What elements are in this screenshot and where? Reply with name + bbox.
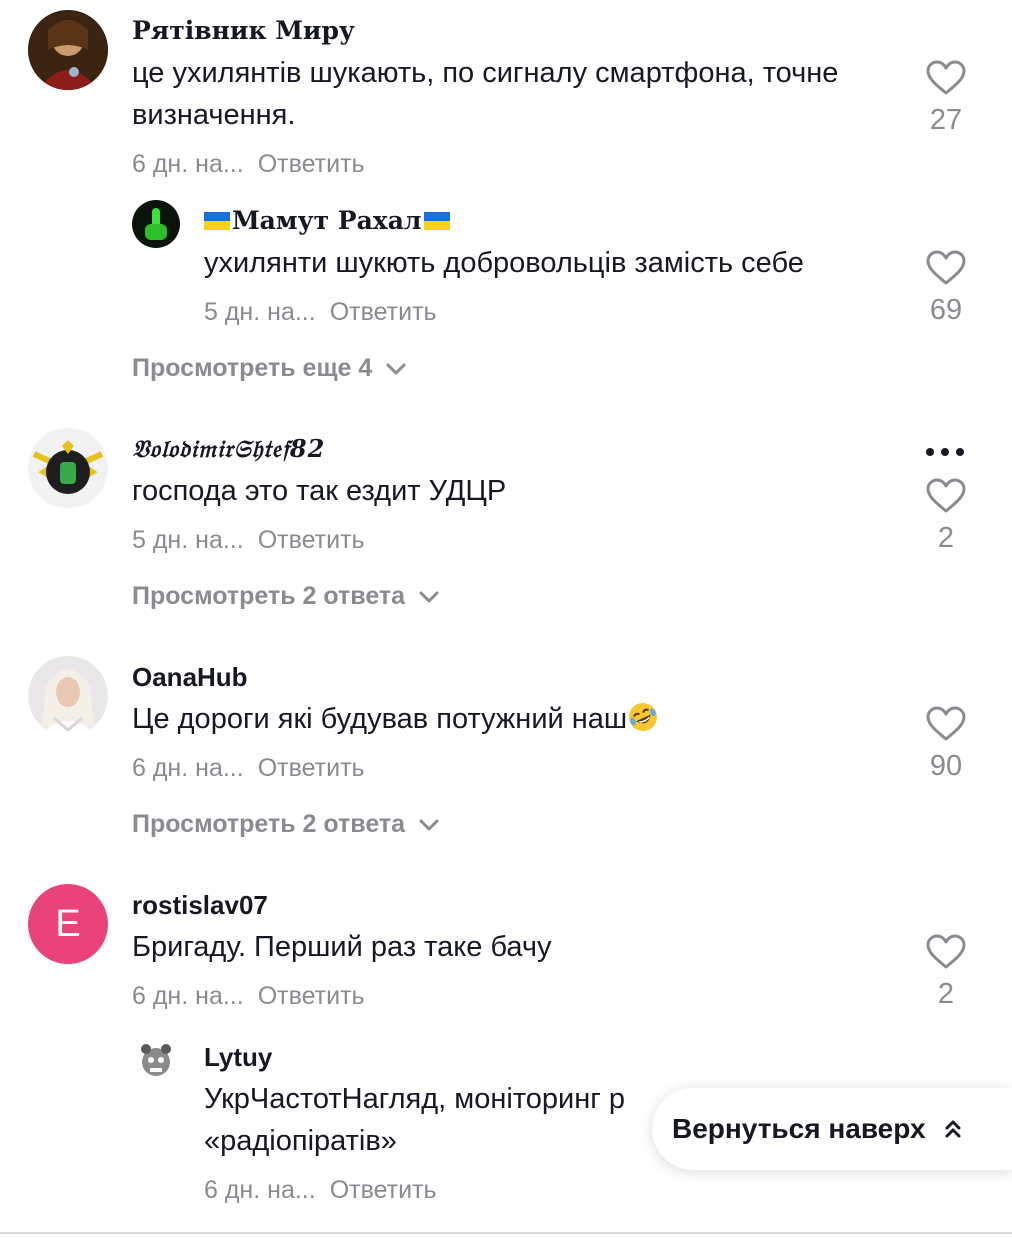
comment-meta: 6 дн. на... Ответить: [132, 982, 365, 1011]
comment-text: Бригаду. Перший раз таке бачу: [132, 931, 552, 963]
like-count: 2: [937, 978, 955, 1010]
view-more-replies-button[interactable]: Просмотреть 2 ответа: [132, 582, 439, 611]
like-count: 90: [929, 750, 963, 782]
double-chevron-up-icon: [945, 1120, 961, 1138]
heart-icon[interactable]: [926, 60, 966, 96]
avatar-image: [28, 656, 108, 736]
heart-icon[interactable]: [926, 706, 966, 742]
comment-username[interactable]: Рятівник Миру: [132, 16, 355, 45]
back-to-top-label: Вернуться наверх: [672, 1113, 926, 1144]
avatar[interactable]: E: [28, 884, 108, 964]
comment-text: Це дороги які будував потужний наш: [132, 698, 892, 740]
comment-text-body: Це дороги які будував потужний наш: [132, 703, 628, 735]
avatar[interactable]: [132, 1036, 180, 1084]
like-count: 2: [937, 522, 955, 554]
reply-meta: 5 дн. на... Ответить: [204, 298, 437, 327]
chevron-down-icon: [419, 819, 439, 831]
heart-icon[interactable]: [926, 478, 966, 514]
chevron-down-icon: [419, 591, 439, 603]
avatar[interactable]: [28, 428, 108, 508]
reply-username[interactable]: Мамут Рахал: [204, 206, 450, 235]
like-count: 69: [929, 294, 963, 326]
chevron-down-icon: [386, 363, 406, 375]
rofl-emoji-icon: [627, 701, 659, 733]
avatar[interactable]: [132, 200, 180, 248]
heart-icon[interactable]: [926, 250, 966, 286]
heart-icon[interactable]: [926, 934, 966, 970]
comment-time: 6 дн. на...: [132, 754, 244, 782]
reply-button[interactable]: Ответить: [330, 1176, 437, 1204]
reply-text: ухилянти шукють добровольців замість себ…: [204, 247, 804, 279]
comment-text: господа это так ездит УДЦР: [132, 475, 507, 507]
more-icon[interactable]: [926, 448, 964, 456]
reply-button[interactable]: Ответить: [258, 526, 365, 554]
reply-button[interactable]: Ответить: [258, 754, 365, 782]
comment-meta: 6 дн. на... Ответить: [132, 754, 365, 783]
comment-meta: 5 дн. на... Ответить: [132, 526, 365, 555]
bottom-divider: [0, 1232, 1012, 1234]
like-count: 27: [929, 104, 963, 136]
avatar-image: [132, 1036, 180, 1084]
reply-text-line-2: «радіопіратів»: [204, 1125, 397, 1157]
comment-username[interactable]: 𝔙𝔬𝔩𝔬𝔡𝔦𝔪𝔦𝔯𝔖𝔥𝔱𝔢𝔣82: [132, 434, 325, 463]
comment-time: 6 дн. на...: [132, 150, 244, 178]
comment-username[interactable]: rostislav07: [132, 890, 268, 921]
avatar-letter: E: [55, 902, 81, 945]
reply-username[interactable]: Lytuy: [204, 1042, 272, 1073]
reply-meta: 6 дн. на... Ответить: [204, 1176, 437, 1205]
ukraine-flag-icon: [423, 211, 450, 230]
reply-text-line-1: УкрЧастотНагляд, моніторинг р: [204, 1083, 626, 1115]
view-more-label: Просмотреть еще 4: [132, 354, 373, 382]
comment-time: 6 дн. на...: [132, 982, 244, 1010]
avatar-image: [28, 428, 108, 508]
avatar[interactable]: [28, 656, 108, 736]
avatar[interactable]: [28, 10, 108, 90]
view-more-label: Просмотреть 2 ответа: [132, 810, 406, 838]
avatar-image: [132, 200, 180, 248]
comment-meta: 6 дн. на... Ответить: [132, 150, 365, 179]
reply-username-text: Мамут Рахал: [232, 206, 422, 235]
avatar-image: [28, 10, 108, 90]
back-to-top-button[interactable]: Вернуться наверх: [652, 1088, 1012, 1170]
reply-button[interactable]: Ответить: [258, 150, 365, 178]
view-more-label: Просмотреть 2 ответа: [132, 582, 406, 610]
view-more-replies-button[interactable]: Просмотреть 2 ответа: [132, 810, 439, 839]
reply-button[interactable]: Ответить: [258, 982, 365, 1010]
comment-text: це ухилянтів шукають, по сигналу смартфо…: [132, 57, 839, 131]
ukraine-flag-icon: [204, 211, 230, 230]
reply-button[interactable]: Ответить: [330, 298, 437, 326]
reply-time: 6 дн. на...: [204, 1176, 316, 1204]
view-more-replies-button[interactable]: Просмотреть еще 4: [132, 354, 406, 383]
comment-username[interactable]: OanaHub: [132, 662, 248, 693]
reply-time: 5 дн. на...: [204, 298, 316, 326]
comment-time: 5 дн. на...: [132, 526, 244, 554]
